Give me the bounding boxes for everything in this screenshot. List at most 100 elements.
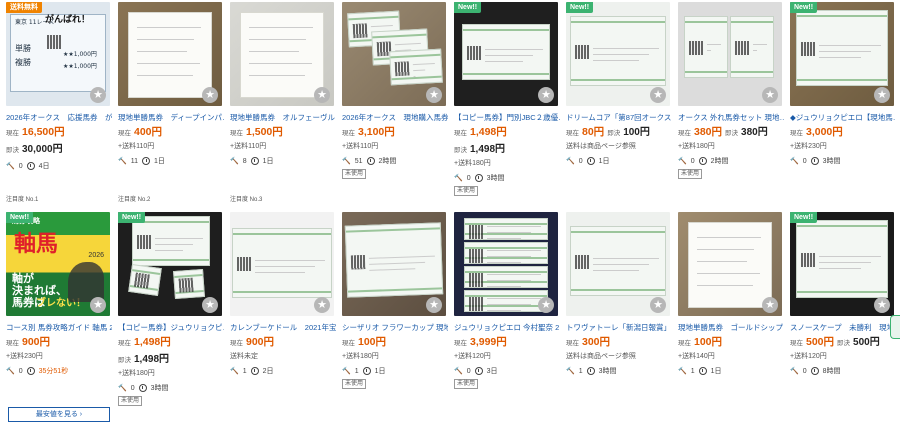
clock-icon [250,367,259,375]
product-title-link[interactable]: 2026年オークス 現地購入馬券… [342,112,448,123]
product-card[interactable]: 東京 11レース がんばれ！ 単勝 複勝 ★★1,000円 ★★1,000円 送料無料 ★ 20… [6,2,118,207]
current-price: 900円 [246,336,275,348]
product-card[interactable]: New!! ★ 【コピー馬券】ジュウリョクピ… 現在 1,498円 即決 1,498円 +送料… [118,212,230,417]
product-title-link[interactable]: 現地単勝馬券 ゴールドシップ… [678,322,784,333]
watchlist-star-icon[interactable]: ★ [538,87,554,103]
current-price: 3,000円 [806,126,843,138]
watchlist-star-icon[interactable]: ★ [874,297,890,313]
auction-meta: 🔨 0 3時間 [790,156,896,166]
product-title-link[interactable]: 【コピー馬券】門別JBC２歳優… [454,112,560,123]
bid-count: 0 [578,157,583,165]
unused-condition-badge: 未使用 [678,169,703,179]
product-card[interactable]: ★ ジュウリョクピエロ 今村聖奈 2… 現在 3,999円 +送料120円 🔨 0 3日 未使用 [454,212,566,417]
product-thumbnail[interactable]: New!! ★ [790,2,894,106]
current-price-label: 現在 [454,340,467,347]
unused-condition-badge: 未使用 [118,396,143,406]
watchlist-star-icon[interactable]: ★ [202,297,218,313]
product-thumbnail[interactable]: ★ [118,2,222,106]
product-title-link[interactable]: 【コピー馬券】ジュウリョクピ… [118,322,224,333]
watchlist-star-icon[interactable]: ★ [426,87,442,103]
product-card[interactable]: ★ シーザリオ フラワーカップ 現地… 現在 100円 +送料180円 🔨 1 1日 未使用 [342,212,454,417]
clock-icon [586,157,595,165]
product-title-link[interactable]: 現地単勝馬券 オルフェーヴル… [230,112,336,123]
product-card[interactable]: ★ オークス 外れ馬券セット 現地… 現在 380円 即決 380円 +送料180円 🔨 0 2時… [678,2,790,207]
bid-hammer-icon: 🔨 [566,158,575,165]
product-thumbnail[interactable]: ★ [454,212,558,316]
product-title-link[interactable]: トワヴァトーレ「新潟日報賞」… [566,322,672,333]
product-thumbnail[interactable]: ★ [342,2,446,106]
product-card[interactable]: ★ 現地単勝馬券 ゴールドシップ… 現在 100円 +送料140円 🔨 1 1日 [678,212,790,417]
bid-hammer-icon: 🔨 [454,175,463,182]
price-row: 現在 3,000円 [790,126,896,140]
product-thumbnail[interactable]: 馬券攻略軸馬2026軸が決まれば、馬券はブレない！New!!★ [6,212,110,316]
product-card[interactable]: New!! ★ スノースケープ 未勝利 現地… 現在 500円 即決 500円 +送料120円… [790,212,900,417]
current-price: 1,498円 [470,126,507,138]
clock-icon [26,162,35,170]
watchlist-star-icon[interactable]: ★ [90,87,106,103]
product-title-link[interactable]: スノースケープ 未勝利 現地… [790,322,896,333]
product-thumbnail[interactable]: 東京 11レース がんばれ！ 単勝 複勝 ★★1,000円 ★★1,000円 送料無料 ★ [6,2,110,106]
bid-count: 8 [242,157,247,165]
product-thumbnail[interactable]: ★ [678,2,782,106]
watchlist-star-icon[interactable]: ★ [650,297,666,313]
side-floating-widget[interactable] [890,315,900,339]
price-row: 現在 300円 [566,336,672,350]
time-remaining: 2時間 [378,158,397,165]
product-thumbnail[interactable]: ★ [342,212,446,316]
product-title-link[interactable]: シーザリオ フラワーカップ 現地… [342,322,448,333]
product-card[interactable]: ★ 現地単勝馬券 ディープインパ… 現在 400円 +送料110円 🔨 11 1日 注目度 No… [118,2,230,207]
auction-meta: 🔨 1 1日 [342,366,448,376]
product-thumbnail[interactable]: ★ [566,212,670,316]
price-row: 現在 380円 即決 380円 [678,126,784,140]
watchlist-star-icon[interactable]: ★ [426,297,442,313]
product-title-link[interactable]: ドリームコア「第87回オークス… [566,112,672,123]
product-title-link[interactable]: 2026年オークス 応援馬券 が… [6,112,112,123]
ticket-text: がんばれ！ [45,15,91,25]
watchlist-star-icon[interactable]: ★ [762,297,778,313]
product-title-link[interactable]: ◆ジュウリョクピエロ【現地馬… [790,112,896,123]
watchlist-star-icon[interactable]: ★ [314,297,330,313]
product-title-link[interactable]: オークス 外れ馬券セット 現地… [678,112,784,123]
watchlist-star-icon[interactable]: ★ [314,87,330,103]
product-card[interactable]: New!! ★ ドリームコア「第87回オークス… 現在 80円 即決 100円 送料は商品ペー… [566,2,678,207]
watchlist-star-icon[interactable]: ★ [874,87,890,103]
time-remaining: 3時間 [822,158,841,165]
bid-hammer-icon: 🔨 [790,158,799,165]
bid-hammer-icon: 🔨 [118,158,127,165]
auction-meta: 🔨 1 2日 [230,366,336,376]
product-title-link[interactable]: カレンブーケドール 2021年宝… [230,322,336,333]
product-title-link[interactable]: コース別 馬券攻略ガイド 軸馬 2… [6,322,112,333]
current-price-label: 現在 [6,130,19,137]
watchlist-star-icon[interactable]: ★ [762,87,778,103]
current-price: 100円 [358,336,387,348]
shipping-fee: 送料は商品ページ参照 [566,353,636,360]
watchlist-star-icon[interactable]: ★ [650,87,666,103]
product-thumbnail[interactable]: ★ [678,212,782,316]
product-thumbnail[interactable]: ★ [230,212,334,316]
price-row: 現在 1,498円 [118,336,224,350]
clock-icon [474,367,483,375]
product-thumbnail[interactable]: New!! ★ [118,212,222,316]
product-title-link[interactable]: 現地単勝馬券 ディープインパ… [118,112,224,123]
product-card[interactable]: New!! ★ 【コピー馬券】門別JBC２歳優… 現在 1,498円 即決 1,498円 +送… [454,2,566,207]
watchlist-star-icon[interactable]: ★ [90,297,106,313]
shipping-fee: +送料180円 [118,370,155,377]
watchlist-star-icon[interactable]: ★ [202,87,218,103]
view-cheapest-button[interactable]: 最安値を見る › [8,407,110,422]
watchlist-star-icon[interactable]: ★ [538,297,554,313]
bid-count: 0 [130,384,135,392]
product-thumbnail[interactable]: New!! ★ [566,2,670,106]
product-card[interactable]: 馬券攻略軸馬2026軸が決まれば、馬券はブレない！New!!★ コース別 馬券攻略… [6,212,118,417]
product-card[interactable]: New!! ★ ◆ジュウリョクピエロ【現地馬… 現在 3,000円 +送料230円 🔨 0 3時… [790,2,900,207]
bid-count: 11 [130,157,138,165]
product-card[interactable]: ★ 現地単勝馬券 オルフェーヴル… 現在 1,500円 +送料110円 🔨 8 1日 注目度 N… [230,2,342,207]
product-card[interactable]: ★ トワヴァトーレ「新潟日報賞」… 現在 300円 送料は商品ページ参照 🔨 1 3時間 [566,212,678,417]
product-card[interactable]: ★ カレンブーケドール 2021年宝… 現在 900円 送料未定 🔨 1 2日 [230,212,342,417]
product-card[interactable]: ★ 2026年オークス 現地購入馬券… 現在 3,100円 +送料110円 🔨 51 2時間未… [342,2,454,207]
time-remaining: 2日 [262,368,274,375]
product-thumbnail[interactable]: ★ [230,2,334,106]
time-remaining: 4日 [38,163,50,170]
product-thumbnail[interactable]: New!! ★ [790,212,894,316]
product-thumbnail[interactable]: New!! ★ [454,2,558,106]
product-title-link[interactable]: ジュウリョクピエロ 今村聖奈 2… [454,322,560,333]
